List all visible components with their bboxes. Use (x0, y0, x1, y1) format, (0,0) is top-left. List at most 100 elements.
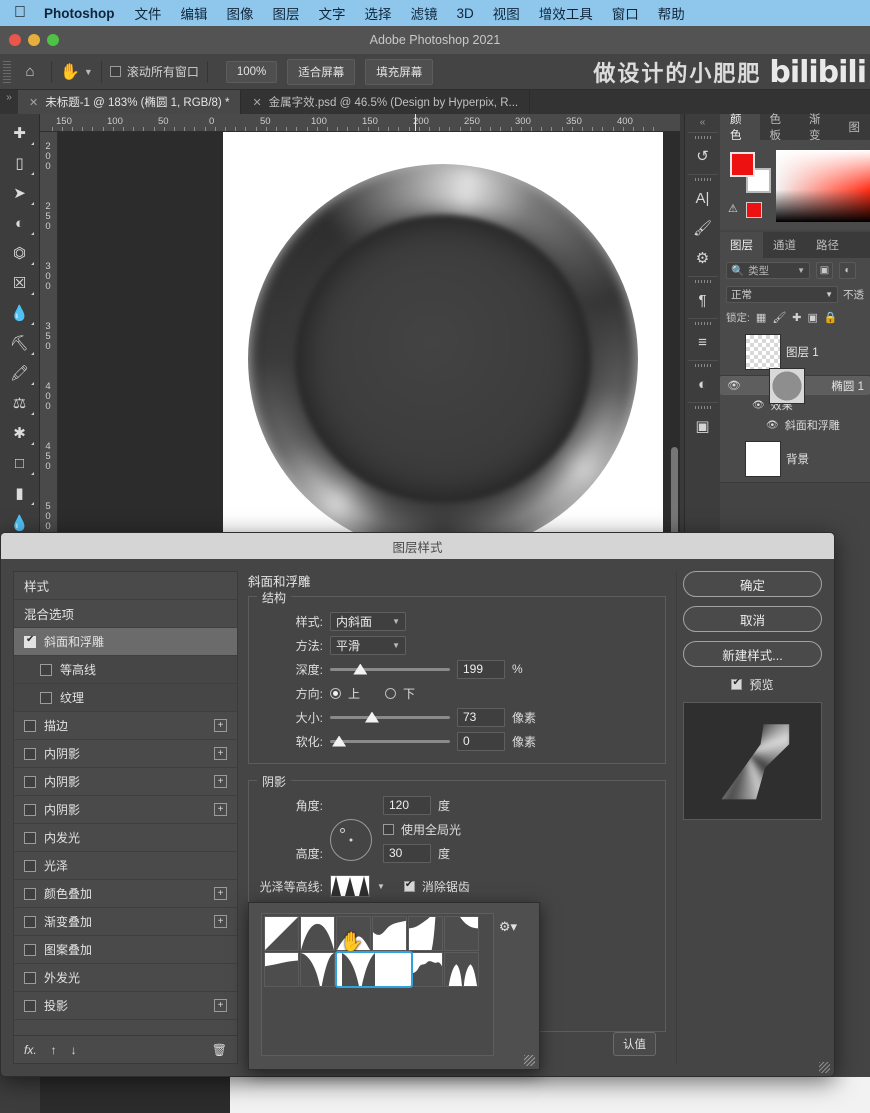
collapse-panels-icon[interactable]: « (700, 117, 706, 128)
menu-item-select[interactable]: 选择 (365, 3, 392, 23)
frame-tool[interactable]: ☒ (3, 268, 37, 298)
layer-visibility-toggle[interactable]: 👁 (726, 379, 742, 392)
apple-logo-icon[interactable]:  (14, 5, 26, 21)
lasso-tool[interactable]: ➤ (3, 178, 37, 208)
lock-nesting-icon[interactable]: ▣ (808, 311, 818, 324)
marquee-tool[interactable]: ▯ (3, 148, 37, 178)
contour-preset-cone[interactable] (300, 916, 335, 951)
collapse-toolbar-icon[interactable]: » (0, 90, 18, 114)
list-item-bevel-emboss[interactable]: 斜面和浮雕 (14, 628, 237, 656)
menu-item-layer[interactable]: 图层 (273, 3, 300, 23)
fx-icon[interactable]: fx. (24, 1043, 37, 1057)
move-up-icon[interactable]: ↑ (51, 1043, 57, 1057)
table-row[interactable]: 背景 (720, 435, 870, 483)
document-tab-1[interactable]: ✕ 金属字效.psd @ 46.5% (Design by Hyperpix, … (241, 90, 531, 114)
preview-checkbox[interactable] (731, 677, 743, 690)
menu-item-edit[interactable]: 编辑 (181, 3, 208, 23)
menu-item-file[interactable]: 文件 (135, 3, 162, 23)
size-slider[interactable] (330, 708, 450, 727)
close-icon[interactable]: ✕ (252, 96, 261, 109)
quick-select-tool[interactable]: ◐ (3, 208, 37, 238)
filter-adjustment-icon[interactable]: ◐ (839, 261, 856, 279)
effect-checkbox[interactable] (24, 887, 36, 900)
tab-color[interactable]: 颜色 (720, 114, 760, 142)
contour-preset-gaussian[interactable] (372, 916, 407, 951)
menu-app-name[interactable]: Photoshop (44, 6, 115, 21)
effect-checkbox[interactable] (24, 943, 36, 956)
use-global-light-checkbox[interactable] (383, 823, 394, 835)
add-icon[interactable]: + (214, 719, 227, 732)
bevel-method-select[interactable]: 平滑 ▼ (330, 635, 406, 655)
add-icon[interactable]: + (214, 775, 227, 788)
effect-checkbox[interactable] (24, 803, 36, 816)
list-item-drop-shadow[interactable]: 投影 + (14, 992, 237, 1020)
cancel-button[interactable]: 取消 (683, 606, 822, 632)
zoom-100-button[interactable]: 100% (225, 60, 278, 83)
contour-preset-rounded-steps[interactable] (335, 951, 413, 988)
ok-button[interactable]: 确定 (683, 571, 822, 597)
options-bar-grip[interactable] (3, 60, 11, 83)
effect-checkbox[interactable] (24, 915, 36, 928)
adjustment-layer-icon[interactable]: ◐ (688, 369, 718, 399)
add-icon[interactable]: + (214, 887, 227, 900)
effect-checkbox[interactable] (24, 747, 36, 760)
effect-checkbox[interactable] (40, 691, 52, 704)
menu-item-window[interactable]: 窗口 (612, 3, 639, 23)
gamut-warning-swatch[interactable] (746, 202, 762, 218)
character-icon[interactable]: A| (688, 183, 718, 213)
drag-handle[interactable] (694, 406, 711, 409)
effect-checkbox[interactable] (24, 831, 36, 844)
menu-item-help[interactable]: 帮助 (658, 3, 685, 23)
ellipse-shape-layer[interactable] (248, 164, 638, 554)
layer-thumbnail[interactable] (745, 440, 781, 477)
drag-handle[interactable] (694, 136, 711, 139)
gloss-contour-swatch[interactable] (330, 875, 370, 897)
brush-settings-icon[interactable]: 🖌 (688, 213, 718, 243)
contour-preset-cone-inverted[interactable] (336, 916, 371, 951)
layer-thumbnail[interactable] (745, 333, 781, 370)
brush-presets-icon[interactable]: ⚙ (688, 243, 718, 273)
depth-slider[interactable] (330, 660, 450, 679)
chevron-down-icon[interactable]: ▼ (84, 67, 93, 77)
effect-checkbox[interactable] (24, 859, 36, 872)
scroll-all-windows-checkbox[interactable] (109, 66, 121, 77)
menu-item-filter[interactable]: 滤镜 (411, 3, 438, 23)
effect-checkbox[interactable] (24, 634, 36, 648)
tab-layers[interactable]: 图层 (720, 232, 763, 258)
effect-visibility-toggle[interactable]: 👁 (766, 420, 779, 431)
drag-handle[interactable] (694, 280, 711, 283)
color-ramp[interactable] (776, 150, 870, 222)
bevel-style-select[interactable]: 内斜面 ▼ (330, 611, 406, 631)
add-icon[interactable]: + (214, 915, 227, 928)
layer-effect-item[interactable]: 👁 斜面和浮雕 (720, 415, 870, 435)
gear-icon[interactable]: ⚙▾ (499, 919, 517, 935)
tab-gradients[interactable]: 渐变 (799, 114, 839, 142)
lock-all-icon[interactable]: 🔒 (824, 311, 838, 324)
list-item-inner-shadow-1[interactable]: 内阴影 + (14, 740, 237, 768)
contour-preset-rolling-slope[interactable] (300, 952, 335, 987)
fill-screen-button[interactable]: 填充屏幕 (365, 58, 434, 85)
list-item-contour[interactable]: 等高线 (14, 656, 237, 684)
tab-patterns[interactable]: 图 (839, 114, 870, 140)
contour-preset-linear[interactable] (264, 916, 299, 951)
soften-input[interactable]: 0 (457, 731, 505, 751)
menu-item-view[interactable]: 视图 (493, 3, 520, 23)
list-item-inner-shadow-2[interactable]: 内阴影 + (14, 768, 237, 796)
history-brush-tool[interactable]: ✱ (3, 418, 37, 448)
contour-preset-steps[interactable] (444, 952, 479, 987)
drag-handle[interactable] (694, 178, 711, 181)
menu-item-type[interactable]: 文字 (319, 3, 346, 23)
add-icon[interactable]: + (214, 747, 227, 760)
effects-visibility-toggle[interactable]: 👁 (752, 400, 765, 411)
contour-preset-half-round[interactable] (408, 916, 443, 951)
angle-input[interactable]: 120 (383, 795, 431, 815)
drag-handle[interactable] (694, 364, 711, 367)
antialias-checkbox[interactable] (403, 879, 415, 892)
dial-handle[interactable] (340, 828, 346, 833)
brush-tool[interactable]: 🖍 (3, 358, 37, 388)
list-item-texture[interactable]: 纹理 (14, 684, 237, 712)
chevron-down-icon[interactable]: ▼ (377, 882, 385, 891)
hand-tool-icon[interactable]: ✋ (60, 62, 80, 82)
contour-preset-ring[interactable] (444, 916, 479, 951)
dialog-resize-grip[interactable] (819, 1062, 830, 1073)
